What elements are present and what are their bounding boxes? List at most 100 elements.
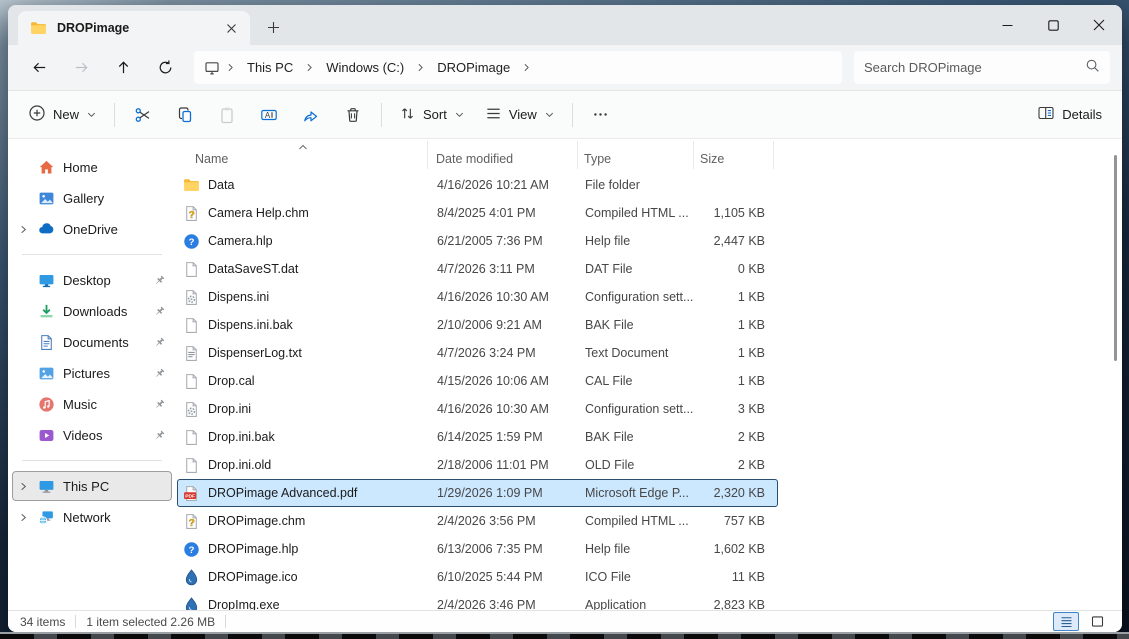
- pdf-file-icon: PDF: [183, 485, 200, 502]
- pin-icon: [147, 429, 171, 442]
- file-row[interactable]: ? Camera Help.chm 8/4/2025 4:01 PM Compi…: [177, 199, 778, 227]
- sidebar-item-pictures[interactable]: Pictures: [12, 358, 172, 388]
- sidebar-item-desktop[interactable]: Desktop: [12, 265, 172, 295]
- breadcrumb-item[interactable]: Windows (C:): [318, 56, 412, 79]
- file-row[interactable]: DispenserLog.txt 4/7/2026 3:24 PM Text D…: [177, 339, 778, 367]
- copy-button[interactable]: [164, 97, 206, 133]
- file-name: Dispens.ini: [208, 290, 269, 304]
- file-size: 11 KB: [694, 570, 774, 584]
- sidebar-item-network[interactable]: Network: [12, 502, 172, 532]
- downloads-icon: [33, 303, 59, 320]
- file-row[interactable]: ? DROPimage.hlp 6/13/2006 7:35 PM Help f…: [177, 535, 778, 563]
- sidebar-item-downloads[interactable]: Downloads: [12, 296, 172, 326]
- chevron-right-icon[interactable]: [222, 61, 239, 74]
- column-headers: Name Date modified Type Size: [178, 141, 1122, 169]
- maximize-button[interactable]: [1030, 5, 1076, 45]
- sidebar-item-label: Pictures: [59, 366, 147, 381]
- sidebar-item-documents[interactable]: Documents: [12, 327, 172, 357]
- breadcrumb-item[interactable]: This PC: [239, 56, 301, 79]
- network-icon: [33, 509, 59, 526]
- file-row[interactable]: Dispens.ini.bak 2/10/2006 9:21 AM BAK Fi…: [177, 311, 778, 339]
- file-row[interactable]: Dispens.ini 4/16/2026 10:30 AM Configura…: [177, 283, 778, 311]
- search-icon[interactable]: [1085, 58, 1100, 78]
- file-row[interactable]: Drop.ini.old 2/18/2006 11:01 PM OLD File…: [177, 451, 778, 479]
- column-header-type[interactable]: Type: [578, 141, 694, 169]
- file-size: 3 KB: [694, 402, 774, 416]
- address-bar[interactable]: This PC Windows (C:) DROPimage: [194, 51, 842, 84]
- file-name: Drop.ini.bak: [208, 430, 275, 444]
- breadcrumb: This PC Windows (C:) DROPimage: [222, 56, 535, 79]
- new-tab-button[interactable]: [258, 12, 288, 42]
- sidebar-item-gallery[interactable]: Gallery: [12, 183, 172, 213]
- delete-button[interactable]: [332, 97, 374, 133]
- file-row[interactable]: Drop.ini 4/16/2026 10:30 AM Configuratio…: [177, 395, 778, 423]
- column-header-size[interactable]: Size: [694, 141, 774, 169]
- this-pc-icon: [202, 60, 222, 76]
- rename-button[interactable]: A: [248, 97, 290, 133]
- vertical-scrollbar[interactable]: [1112, 143, 1120, 606]
- sidebar-item-videos[interactable]: Videos: [12, 420, 172, 450]
- explorer-tab[interactable]: DROPimage: [18, 11, 250, 45]
- file-row[interactable]: ? Camera.hlp 6/21/2005 7:36 PM Help file…: [177, 227, 778, 255]
- sidebar-item-onedrive[interactable]: OneDrive: [12, 214, 172, 244]
- file-size: 1 KB: [694, 346, 774, 360]
- sort-ascending-icon: [297, 140, 309, 154]
- file-row[interactable]: Data 4/16/2026 10:21 AM File folder: [177, 171, 778, 199]
- view-button[interactable]: View: [475, 97, 565, 133]
- details-view-button[interactable]: [1053, 612, 1079, 631]
- file-row[interactable]: DataSaveST.dat 4/7/2026 3:11 PM DAT File…: [177, 255, 778, 283]
- forward-button[interactable]: [64, 51, 98, 85]
- file-row[interactable]: PDF DROPimage Advanced.pdf 1/29/2026 1:0…: [177, 479, 778, 507]
- share-button[interactable]: [290, 97, 332, 133]
- cut-button[interactable]: [122, 97, 164, 133]
- sidebar-item-label: Network: [59, 510, 147, 525]
- scrollbar-thumb[interactable]: [1114, 155, 1117, 361]
- chevron-right-icon[interactable]: [13, 481, 33, 492]
- paste-button[interactable]: [206, 97, 248, 133]
- chevron-right-icon[interactable]: [301, 61, 318, 74]
- file-size: 1 KB: [694, 318, 774, 332]
- file-name: DROPimage.hlp: [208, 542, 298, 556]
- new-button[interactable]: New: [18, 97, 107, 133]
- pin-icon: [147, 336, 171, 349]
- file-row[interactable]: DropImg.exe 2/4/2026 3:46 PM Application…: [177, 591, 778, 610]
- file-name: Camera.hlp: [208, 234, 273, 248]
- column-header-name[interactable]: Name: [178, 141, 428, 169]
- sidebar-item-this-pc[interactable]: This PC: [12, 471, 172, 501]
- view-button-label: View: [509, 107, 537, 122]
- chevron-right-icon[interactable]: [412, 61, 429, 74]
- file-row[interactable]: Drop.cal 4/15/2026 10:06 AM CAL File 1 K…: [177, 367, 778, 395]
- column-header-date-modified[interactable]: Date modified: [428, 141, 578, 169]
- details-pane-button[interactable]: Details: [1027, 97, 1112, 133]
- file-size: 2,823 KB: [694, 598, 774, 610]
- items-count: 34 items: [20, 615, 65, 629]
- file-row[interactable]: DROPimage.ico 6/10/2025 5:44 PM ICO File…: [177, 563, 778, 591]
- refresh-button[interactable]: [148, 51, 182, 85]
- file-date-modified: 2/18/2006 11:01 PM: [428, 458, 578, 472]
- chevron-right-icon[interactable]: [518, 61, 535, 74]
- search-input[interactable]: [864, 60, 1085, 75]
- sidebar-item-home[interactable]: Home: [12, 152, 172, 182]
- more-options-button[interactable]: [580, 97, 622, 133]
- breadcrumb-item[interactable]: DROPimage: [429, 56, 518, 79]
- file-row[interactable]: ? DROPimage.chm 2/4/2026 3:56 PM Compile…: [177, 507, 778, 535]
- minimize-button[interactable]: [984, 5, 1030, 45]
- window-controls: [984, 5, 1122, 45]
- file-date-modified: 6/21/2005 7:36 PM: [428, 234, 578, 248]
- close-button[interactable]: [1076, 5, 1122, 45]
- chevron-right-icon[interactable]: [13, 512, 33, 523]
- txt-file-icon: [183, 345, 200, 362]
- file-row[interactable]: Drop.ini.bak 6/14/2025 1:59 PM BAK File …: [177, 423, 778, 451]
- file-name: DropImg.exe: [208, 598, 280, 610]
- sidebar-item-music[interactable]: Music: [12, 389, 172, 419]
- back-button[interactable]: [22, 51, 56, 85]
- up-button[interactable]: [106, 51, 140, 85]
- hlp-file-icon: ?: [183, 541, 200, 558]
- tab-close-icon[interactable]: [220, 17, 242, 39]
- chevron-right-icon[interactable]: [13, 224, 33, 235]
- sort-button[interactable]: Sort: [389, 97, 475, 133]
- search-box[interactable]: [854, 51, 1110, 84]
- new-button-label: New: [53, 107, 79, 122]
- large-icons-view-button[interactable]: [1084, 612, 1110, 631]
- file-date-modified: 8/4/2025 4:01 PM: [428, 206, 578, 220]
